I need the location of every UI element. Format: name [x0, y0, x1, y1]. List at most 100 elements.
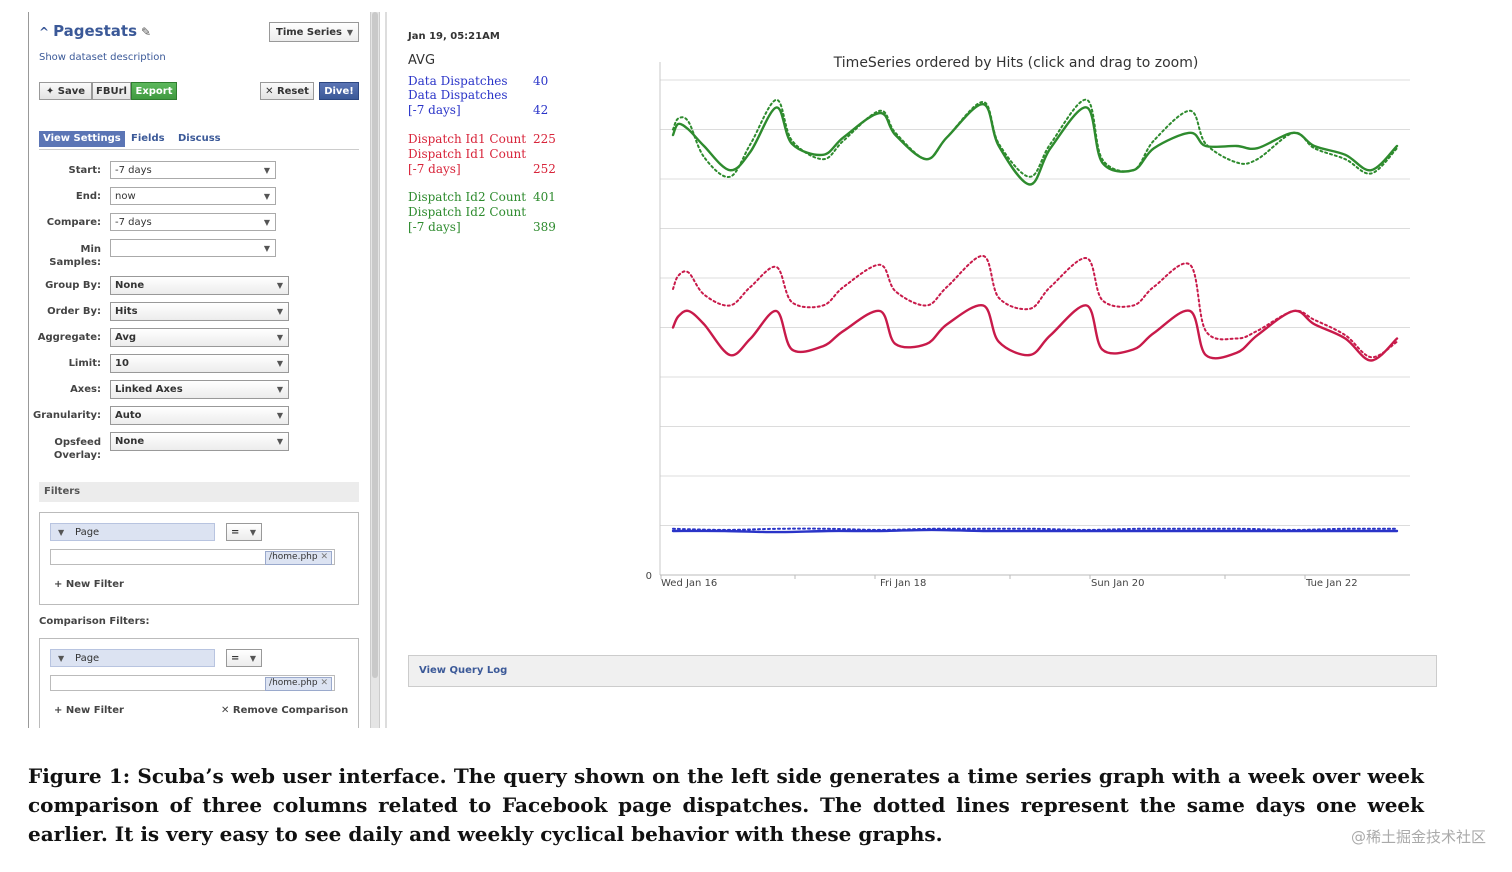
- filter-operator-value: =: [231, 527, 240, 538]
- opsfeed-label-line2: Overlay:: [53, 450, 101, 461]
- new-filter-label: New Filter: [65, 579, 124, 590]
- close-icon: ✕: [265, 86, 274, 97]
- legend-entry-value: 389: [533, 219, 556, 234]
- limit-select[interactable]: 10 ▼: [110, 354, 289, 373]
- granularity-label: Granularity:: [33, 410, 101, 421]
- panel-scrollbar[interactable]: [370, 12, 380, 728]
- end-select[interactable]: now ▼: [110, 187, 276, 205]
- order-by-select[interactable]: Hits ▼: [110, 302, 289, 321]
- legend-entry-label: Dispatch Id1 Count: [408, 132, 527, 146]
- tab-discuss[interactable]: Discuss: [178, 131, 221, 147]
- tab-fields[interactable]: Fields: [131, 131, 165, 147]
- comparison-new-filter-label: New Filter: [65, 705, 124, 716]
- export-button[interactable]: Export: [131, 82, 177, 100]
- chevron-down-icon: ▼: [263, 192, 270, 201]
- x-tick-label: Wed Jan 16: [661, 578, 717, 589]
- chevron-down-icon: ▼: [276, 359, 283, 368]
- aggregate-select[interactable]: Avg ▼: [110, 328, 289, 347]
- chevron-down-icon: ▼: [276, 411, 283, 420]
- legend-entry-label: [-7 days]: [408, 219, 461, 234]
- x-tick-label: Tue Jan 22: [1305, 578, 1358, 589]
- comparison-value-input[interactable]: /home.php ✕: [50, 675, 335, 691]
- tab-view-settings[interactable]: View Settings: [39, 131, 125, 147]
- chevron-down-icon: ▼: [249, 528, 256, 537]
- watermark: @稀土掘金技术社区: [1350, 828, 1486, 846]
- chevron-down-icon: ▼: [58, 654, 65, 663]
- legend-entry-label: [-7 days]: [408, 102, 461, 117]
- min-samples-label-line1: Min: [80, 244, 102, 255]
- axes-value: Linked Axes: [115, 384, 183, 395]
- chart-title: TimeSeries ordered by Hits (click and dr…: [833, 55, 1199, 71]
- comparison-operator-value: =: [231, 653, 240, 664]
- legend-entry: Dispatch Id1 Count 225: [408, 132, 556, 147]
- close-icon: ✕: [221, 705, 230, 716]
- order-by-value: Hits: [115, 306, 138, 317]
- pin-icon: ✦: [45, 86, 55, 97]
- remove-comparison-link[interactable]: ✕ Remove Comparison: [221, 705, 348, 716]
- time-series-chart[interactable]: TimeSeries ordered by Hits (click and dr…: [640, 50, 1430, 595]
- close-icon[interactable]: ✕: [320, 678, 328, 688]
- save-label: Save: [57, 86, 86, 97]
- comparison-new-filter-link[interactable]: + New Filter: [54, 705, 124, 716]
- save-button[interactable]: ✦ Save: [39, 82, 92, 100]
- view-type-select[interactable]: Time Series ▼: [269, 22, 359, 42]
- filter-operator-select[interactable]: = ▼: [226, 523, 262, 541]
- comparison-token[interactable]: /home.php ✕: [265, 677, 332, 691]
- granularity-select[interactable]: Auto ▼: [110, 406, 289, 425]
- remove-comparison-label: Remove Comparison: [232, 705, 349, 716]
- order-by-label: Order By:: [47, 306, 101, 317]
- opsfeed-select[interactable]: None ▼: [110, 432, 289, 451]
- filter-value-input[interactable]: /home.php ✕: [50, 549, 335, 565]
- comparison-field-pill[interactable]: ▼ Page: [50, 649, 215, 667]
- legend-entry-label: Data Dispatches: [408, 88, 508, 102]
- fburl-button[interactable]: FBUrl: [92, 82, 131, 100]
- legend-date: Jan 19, 05:21AM: [408, 31, 500, 42]
- close-icon[interactable]: ✕: [320, 552, 328, 562]
- legend-aggregate: AVG: [408, 53, 436, 68]
- chevron-down-icon: ▼: [263, 166, 270, 175]
- show-description-link[interactable]: Show dataset description: [39, 52, 166, 63]
- end-label: End:: [75, 191, 101, 202]
- chevron-down-icon: ▼: [276, 385, 283, 394]
- filter-token[interactable]: /home.php ✕: [265, 551, 332, 565]
- new-filter-link[interactable]: + New Filter: [54, 579, 124, 590]
- group-by-select[interactable]: None ▼: [110, 276, 289, 295]
- dive-button[interactable]: Dive!: [319, 82, 359, 100]
- figure-caption: Figure 1: Scuba’s web user interface. Th…: [28, 764, 1424, 846]
- start-value: -7 days: [115, 165, 152, 176]
- opsfeed-label-line1: Opsfeed: [54, 437, 101, 448]
- comparison-filters-box: ▼ Page = ▼ /home.php ✕ + New Filter ✕ Remo…: [39, 638, 359, 728]
- series-line-3: [672, 255, 1398, 359]
- end-value: now: [115, 191, 136, 202]
- view-query-log-link[interactable]: View Query Log: [408, 655, 1437, 687]
- filter-field-pill[interactable]: ▼ Page: [50, 523, 215, 541]
- min-samples-label-line2: Samples:: [49, 257, 101, 268]
- comparison-field-value: Page: [75, 653, 100, 664]
- legend-entry-value: 401: [533, 190, 556, 204]
- start-label: Start:: [68, 165, 101, 176]
- comparison-filters-header: Comparison Filters:: [39, 616, 150, 627]
- legend-entry: Dispatch Id1 Count [-7 days] 252: [408, 147, 556, 176]
- reset-button[interactable]: ✕ Reset: [260, 82, 314, 100]
- group-by-value: None: [115, 280, 145, 291]
- pencil-icon[interactable]: ✎: [141, 25, 151, 39]
- compare-select[interactable]: -7 days ▼: [110, 213, 276, 231]
- comparison-operator-select[interactable]: = ▼: [226, 649, 262, 667]
- min-samples-select[interactable]: ▼: [110, 239, 276, 257]
- comparison-token-text: /home.php: [269, 678, 318, 688]
- granularity-value: Auto: [115, 410, 142, 421]
- start-select[interactable]: -7 days ▼: [110, 161, 276, 179]
- dataset-title[interactable]: ^ Pagestats ✎: [39, 22, 151, 40]
- chevron-down-icon: ▼: [263, 244, 270, 253]
- panel-resize-handle[interactable]: [385, 12, 387, 728]
- plus-icon: +: [54, 579, 63, 590]
- scrollbar-thumb[interactable]: [372, 12, 378, 678]
- plus-icon: +: [54, 705, 63, 716]
- axes-select[interactable]: Linked Axes ▼: [110, 380, 289, 399]
- legend-entry: Dispatch Id2 Count 401: [408, 190, 556, 205]
- legend-entry-value: 42: [533, 102, 549, 117]
- legend-entry-value: 40: [533, 74, 549, 88]
- chevron-down-icon: ▼: [346, 28, 353, 37]
- legend-entry-label: Dispatch Id2 Count: [408, 205, 527, 219]
- collapse-caret-icon[interactable]: ^: [39, 25, 49, 39]
